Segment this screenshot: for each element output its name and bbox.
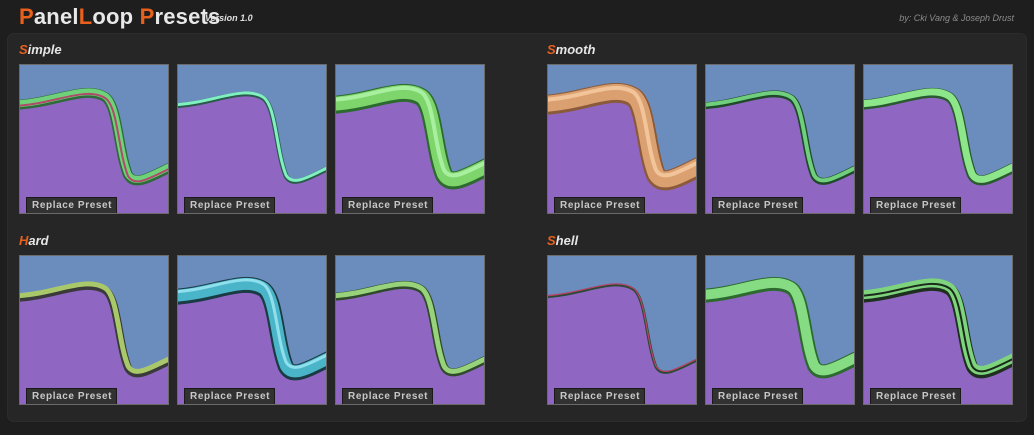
replace-preset-button[interactable]: Replace Preset [554, 388, 646, 404]
group-title-initial: S [547, 42, 556, 57]
preset-preview [178, 256, 326, 404]
group-title: Hard [19, 233, 49, 248]
header: PanelLoop Presets Version 1.0 by: Cki Va… [0, 0, 1034, 32]
preset-thumbnail[interactable]: Replace Preset [335, 255, 485, 405]
replace-preset-button[interactable]: Replace Preset [26, 388, 118, 404]
replace-preset-button[interactable]: Replace Preset [184, 197, 276, 213]
title-word: oop [92, 4, 140, 29]
group-title-initial: S [19, 42, 28, 57]
replace-preset-button[interactable]: Replace Preset [870, 197, 962, 213]
group-title: Shell [547, 233, 578, 248]
preset-thumbnail[interactable]: Replace Preset [177, 255, 327, 405]
preset-preview [706, 65, 854, 213]
preset-preview [20, 65, 168, 213]
group-title-rest: imple [27, 42, 62, 57]
preset-thumbnail[interactable]: Replace Preset [705, 255, 855, 405]
preset-thumbnail[interactable]: Replace Preset [863, 255, 1013, 405]
preset-preview [548, 256, 696, 404]
preset-preview [20, 256, 168, 404]
preset-preview [548, 65, 696, 213]
preset-preview [336, 256, 484, 404]
preset-thumbnail[interactable]: Replace Preset [19, 64, 169, 214]
title-letter: L [78, 4, 93, 29]
preset-preview [706, 256, 854, 404]
preset-thumbnail[interactable]: Replace Preset [335, 64, 485, 214]
preset-thumbnail[interactable]: Replace Preset [547, 255, 697, 405]
presets-panel: Simple Replace Preset Replace Preset Rep… [7, 33, 1027, 422]
preset-thumbnail[interactable]: Replace Preset [19, 255, 169, 405]
group-title: Simple [19, 42, 62, 57]
title-word: anel [33, 4, 79, 29]
title-letter: P [19, 4, 34, 29]
preset-preview [864, 256, 1012, 404]
credits-label: by: Cki Vang & Joseph Drust [899, 13, 1014, 23]
app-title: PanelLoop Presets [19, 4, 220, 30]
group-title: Smooth [547, 42, 595, 57]
replace-preset-button[interactable]: Replace Preset [712, 197, 804, 213]
replace-preset-button[interactable]: Replace Preset [26, 197, 118, 213]
version-label: Version 1.0 [205, 13, 253, 23]
replace-preset-button[interactable]: Replace Preset [342, 388, 434, 404]
preset-thumbnail[interactable]: Replace Preset [177, 64, 327, 214]
replace-preset-button[interactable]: Replace Preset [184, 388, 276, 404]
replace-preset-button[interactable]: Replace Preset [870, 388, 962, 404]
title-letter: P [139, 4, 155, 29]
preset-thumbnail[interactable]: Replace Preset [547, 64, 697, 214]
replace-preset-button[interactable]: Replace Preset [554, 197, 646, 213]
preset-thumbnail[interactable]: Replace Preset [705, 64, 855, 214]
replace-preset-button[interactable]: Replace Preset [712, 388, 804, 404]
replace-preset-button[interactable]: Replace Preset [342, 197, 434, 213]
preset-thumbnail[interactable]: Replace Preset [863, 64, 1013, 214]
group-title-rest: ard [28, 233, 49, 248]
group-title-initial: S [547, 233, 556, 248]
group-title-rest: mooth [555, 42, 596, 57]
preset-preview [864, 65, 1012, 213]
group-title-rest: hell [555, 233, 579, 248]
preset-preview [336, 65, 484, 213]
preset-preview [178, 65, 326, 213]
group-title-initial: H [19, 233, 29, 248]
